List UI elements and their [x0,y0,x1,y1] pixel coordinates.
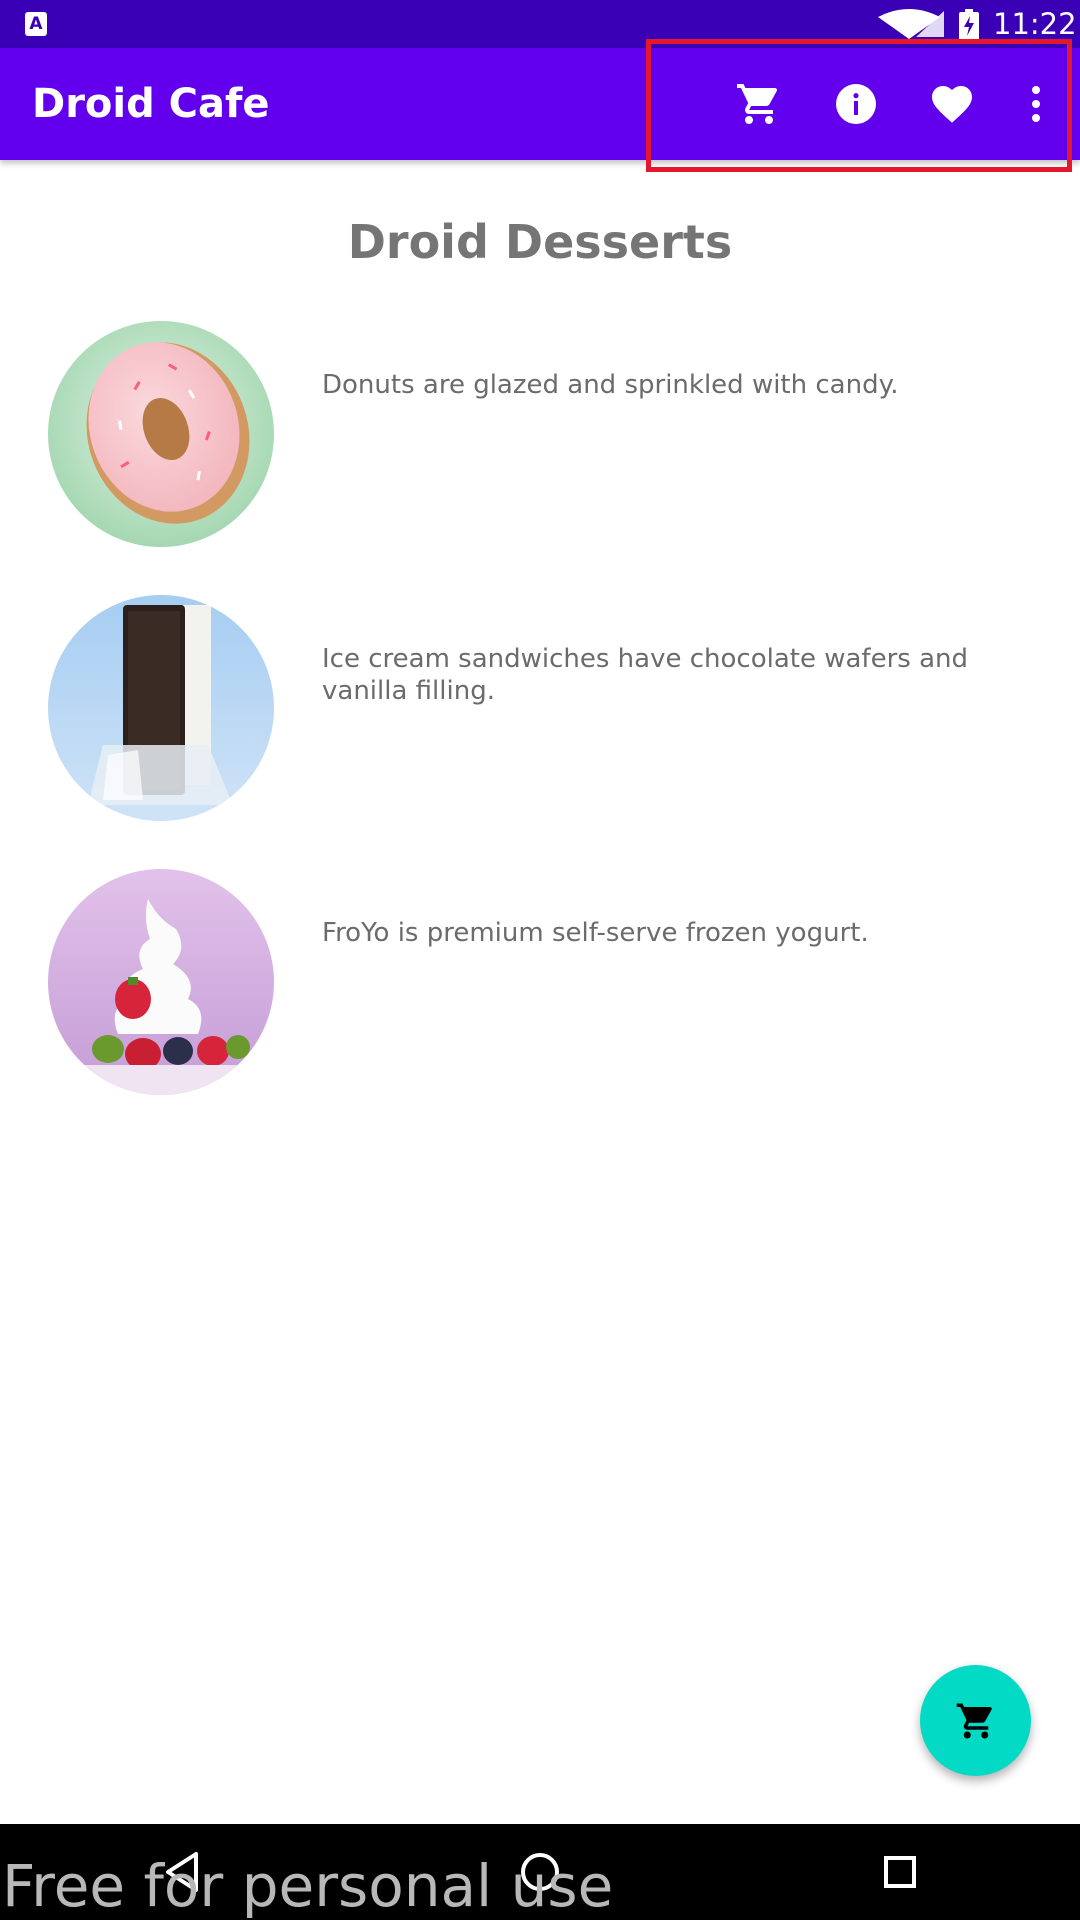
app-title: Droid Cafe [32,81,270,127]
cart-icon [956,1703,992,1739]
battery-charging-icon [959,9,979,40]
recents-icon [884,1856,916,1888]
froyo-image[interactable] [48,869,274,1095]
donut-image[interactable] [48,321,274,547]
status-time: 11:22 [993,7,1077,41]
ice-cream-sandwich-image[interactable] [48,595,274,821]
list-item: Ice cream sandwiches have chocolate wafe… [0,595,1080,825]
highlight-box [646,39,1072,172]
cell-signal-icon [916,11,944,37]
cart-fab-button[interactable] [920,1665,1031,1776]
android-keyboard-icon: A [25,12,47,36]
item-description: FroYo is premium self-serve frozen yogur… [322,918,869,948]
list-item: FroYo is premium self-serve frozen yogur… [0,869,1080,1099]
item-description: Ice cream sandwiches have chocolate wafe… [322,644,969,706]
list-item: Donuts are glazed and sprinkled with can… [0,321,1080,551]
page-title: Droid Desserts [347,215,733,269]
recents-button[interactable] [870,1842,930,1902]
watermark: Free for personal use [2,1852,614,1920]
item-description: Donuts are glazed and sprinkled with can… [322,370,899,400]
